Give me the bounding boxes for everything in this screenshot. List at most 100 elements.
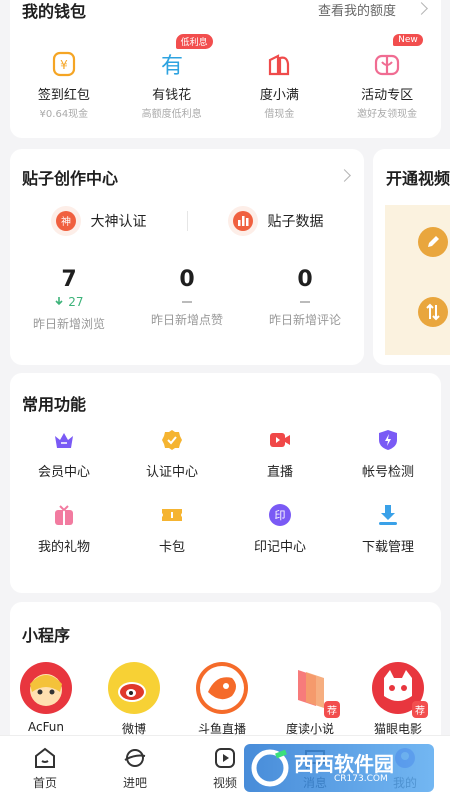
wallet-item-youqianhua[interactable]: 低利息 有 有钱花 高额度低利息 <box>118 34 226 126</box>
dudu-logo: 荐 <box>284 662 340 718</box>
chevron-right-icon[interactable] <box>338 169 351 182</box>
nav-label: 视频 <box>212 776 237 790</box>
shield-bolt-icon <box>375 427 401 453</box>
function-cert-center[interactable]: 认证中心 <box>118 427 226 480</box>
post-data-label: 贴子数据 <box>267 214 324 230</box>
seal-icon: 印 <box>267 502 293 528</box>
badge-new: New <box>393 34 423 46</box>
divider <box>187 211 188 231</box>
function-label: 印记中心 <box>253 540 306 555</box>
stat-comments[interactable]: 0 昨日新增评论 <box>246 267 364 332</box>
watermark-logo: 西西软件园 CR173.COM <box>244 744 434 792</box>
stat-delta: 27 <box>10 293 128 311</box>
nav-home[interactable]: 首页 <box>0 736 90 800</box>
mini-programs-title: 小程序 <box>22 626 71 645</box>
open-video-card[interactable]: 开通视频 <box>373 149 450 365</box>
chevron-right-icon[interactable] <box>415 2 428 15</box>
douyu-logo <box>196 662 248 714</box>
home-icon <box>35 747 55 768</box>
download-icon <box>375 502 401 528</box>
bar-chart-icon <box>227 206 258 236</box>
stat-dash <box>300 301 310 303</box>
crown-icon <box>51 427 77 453</box>
wallet-item-label: 有钱花 <box>152 88 192 103</box>
video-camera-icon <box>267 427 293 453</box>
wallet-item-duxiaoman[interactable]: 度小满 借现金 <box>226 46 334 126</box>
function-label: 直播 <box>266 465 293 480</box>
play-icon <box>215 748 235 768</box>
stat-label: 昨日新增评论 <box>268 313 341 327</box>
badge-check-icon <box>159 427 185 453</box>
post-data-button[interactable]: 贴子数据 <box>187 201 364 241</box>
open-video-title: 开通视频 <box>386 169 450 188</box>
wallet-item-signin-redpacket[interactable]: ¥ 签到红包 ¥0.64现金 <box>10 46 118 126</box>
god-certification-button[interactable]: 神 大神认证 <box>10 201 187 241</box>
you-qian-hua-icon: 有 <box>158 50 186 79</box>
ticket-icon <box>159 502 185 528</box>
stat-value: 7 <box>61 267 77 292</box>
common-functions-card: 常用功能 会员中心 认证中心 直播 帐号检测 我的礼物 卡包 印 印记中心 下载… <box>10 373 441 593</box>
nav-label: 进吧 <box>122 776 147 790</box>
function-label: 认证中心 <box>145 465 198 480</box>
mini-program-dudu[interactable]: 荐 度读小说 <box>266 662 354 737</box>
watermark-subtext: CR173.COM <box>334 774 388 784</box>
watermark-icon <box>251 749 289 787</box>
du-xiao-man-icon <box>265 50 293 78</box>
mini-program-label: AcFun <box>27 720 65 734</box>
creator-center-card: 贴子创作中心 神 大神认证 贴子数据 7 27 昨日新增浏览 0 昨日新增点赞 … <box>10 149 364 365</box>
function-label: 卡包 <box>158 540 185 555</box>
edit-icon[interactable] <box>418 227 448 257</box>
recommend-badge: 荐 <box>412 701 428 718</box>
function-label: 我的礼物 <box>37 540 90 555</box>
function-label: 下载管理 <box>361 540 414 555</box>
god-cert-label: 大神认证 <box>90 214 147 230</box>
wallet-item-sub: 高额度低利息 <box>141 109 202 120</box>
sort-icon[interactable] <box>418 297 448 327</box>
stat-delta-value: 27 <box>68 295 84 309</box>
weibo-logo <box>108 662 160 714</box>
common-functions-title: 常用功能 <box>22 395 87 414</box>
seal-char: 印 <box>275 509 286 522</box>
nav-enter-bar[interactable]: 进吧 <box>90 736 180 800</box>
function-download-manager[interactable]: 下载管理 <box>334 502 441 555</box>
wallet-card: 我的钱包 查看我的额度 ¥ 签到红包 ¥0.64现金 低利息 有 有钱花 高额度… <box>10 0 441 138</box>
stat-value: 0 <box>179 267 195 292</box>
creator-center-title: 贴子创作中心 <box>22 169 119 188</box>
svg-text:¥: ¥ <box>60 58 68 72</box>
badge-low-interest: 低利息 <box>175 34 213 49</box>
mini-program-maoyan[interactable]: 荐 猫眼电影 <box>354 662 441 737</box>
function-account-check[interactable]: 帐号检测 <box>334 427 441 480</box>
function-card-wallet[interactable]: 卡包 <box>118 502 226 555</box>
stat-label: 昨日新增点赞 <box>150 313 223 327</box>
gift-icon <box>373 50 401 78</box>
mini-program-acfun[interactable]: AcFun <box>10 662 90 737</box>
mini-program-douyu[interactable]: 斗鱼直播 <box>178 662 266 737</box>
function-label: 帐号检测 <box>361 465 414 480</box>
view-quota-link[interactable]: 查看我的额度 <box>318 0 396 19</box>
stat-dash <box>182 301 192 303</box>
arrow-down-icon <box>55 297 64 306</box>
wallet-item-label: 活动专区 <box>361 88 414 103</box>
wallet-item-sub: 借现金 <box>264 109 295 120</box>
stat-label: 昨日新增浏览 <box>32 317 105 331</box>
stat-views[interactable]: 7 27 昨日新增浏览 <box>10 267 128 332</box>
wallet-item-sub: ¥0.64现金 <box>39 109 89 120</box>
gift-box-icon <box>51 502 77 528</box>
function-label: 会员中心 <box>37 465 90 480</box>
maoyan-logo: 荐 <box>372 662 428 718</box>
nav-label: 首页 <box>32 776 57 790</box>
video-card-banner <box>385 205 450 355</box>
stat-likes[interactable]: 0 昨日新增点赞 <box>128 267 246 332</box>
yuan-coin-icon: ¥ <box>50 50 78 78</box>
wallet-item-sub: 邀好友领现金 <box>357 109 418 120</box>
function-member-center[interactable]: 会员中心 <box>10 427 118 480</box>
function-seal-center[interactable]: 印 印记中心 <box>226 502 334 555</box>
function-my-gifts[interactable]: 我的礼物 <box>10 502 118 555</box>
wallet-item-label: 度小满 <box>259 88 299 103</box>
wallet-item-label: 签到红包 <box>37 88 90 103</box>
stat-value: 0 <box>297 267 313 292</box>
wallet-title: 我的钱包 <box>22 2 87 21</box>
mini-program-weibo[interactable]: 微博 <box>90 662 178 737</box>
wallet-item-activity-zone[interactable]: New 活动专区 邀好友领现金 <box>333 34 441 126</box>
function-live[interactable]: 直播 <box>226 427 334 480</box>
